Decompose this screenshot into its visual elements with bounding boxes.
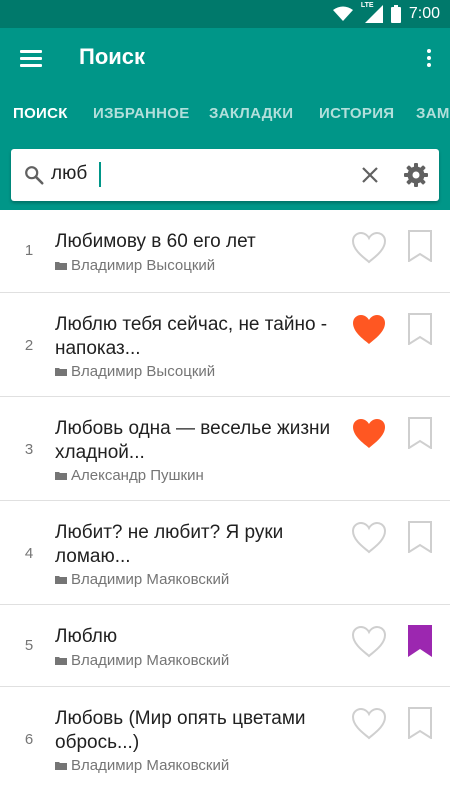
item-author: Владимир Маяковский bbox=[55, 652, 229, 669]
author-name: Владимир Маяковский bbox=[71, 757, 230, 774]
tab-search[interactable]: ПОИСК bbox=[13, 98, 68, 140]
search-icon bbox=[25, 166, 44, 185]
item-author: Александр Пушкин bbox=[55, 467, 204, 484]
search-input[interactable] bbox=[51, 161, 311, 187]
author-name: Владимир Высоцкий bbox=[71, 363, 216, 380]
bookmark-icon[interactable] bbox=[407, 521, 433, 553]
item-author: Владимир Высоцкий bbox=[55, 257, 215, 274]
folder-icon bbox=[55, 657, 67, 665]
gear-icon[interactable] bbox=[403, 162, 429, 188]
menu-icon[interactable] bbox=[18, 46, 44, 70]
item-title: Любовь (Мир опять цветами обрось...) bbox=[55, 708, 306, 753]
heart-icon[interactable] bbox=[351, 231, 387, 264]
list-item[interactable]: 4 Любит? не любит? Я руки ломаю... Влади… bbox=[0, 501, 450, 605]
search-area bbox=[0, 140, 450, 210]
lte-label: LTE bbox=[360, 2, 374, 9]
overflow-menu-icon[interactable] bbox=[424, 46, 434, 70]
folder-icon bbox=[55, 472, 67, 480]
page-title: Поиск bbox=[79, 44, 146, 69]
author-name: Владимир Маяковский bbox=[71, 571, 230, 588]
bookmark-icon[interactable] bbox=[407, 230, 433, 262]
list-item[interactable]: 2 Люблю тебя сейчас, не тайно - напоказ.… bbox=[0, 293, 450, 397]
text-cursor bbox=[99, 162, 101, 187]
author-name: Владимир Высоцкий bbox=[71, 257, 216, 274]
item-title: Любимову в 60 его лет bbox=[55, 231, 256, 252]
status-time: 7:00 bbox=[408, 5, 440, 22]
heart-icon[interactable] bbox=[351, 625, 387, 658]
folder-icon bbox=[55, 262, 67, 270]
item-author: Владимир Маяковский bbox=[55, 757, 229, 774]
item-author: Владимир Высоцкий bbox=[55, 363, 215, 380]
item-number: 3 bbox=[24, 441, 34, 458]
wifi-icon bbox=[332, 6, 353, 21]
tab-bookmarks[interactable]: ЗАКЛАДКИ bbox=[209, 98, 293, 140]
author-name: Александр Пушкин bbox=[71, 467, 204, 484]
bookmark-filled-icon[interactable] bbox=[407, 625, 433, 657]
heart-filled-icon[interactable] bbox=[351, 313, 387, 346]
item-title: Люблю тебя сейчас, не тайно - напоказ... bbox=[55, 314, 328, 359]
status-bar: LTE 7:00 bbox=[0, 0, 450, 28]
folder-icon bbox=[55, 576, 67, 584]
author-name: Владимир Маяковский bbox=[71, 652, 230, 669]
battery-icon bbox=[390, 5, 401, 23]
item-title: Любит? не любит? Я руки ломаю... bbox=[55, 522, 284, 567]
item-title: Люблю bbox=[55, 626, 118, 647]
item-number: 4 bbox=[24, 545, 34, 562]
folder-icon bbox=[55, 368, 67, 376]
item-number: 1 bbox=[24, 242, 34, 259]
item-number: 6 bbox=[24, 731, 34, 748]
list-item[interactable]: 5 Люблю Владимир Маяковский bbox=[0, 605, 450, 687]
tab-bar: ПОИСК ИЗБРАННОЕ ЗАКЛАДКИ ИСТОРИЯ ЗАМ bbox=[0, 98, 450, 140]
status-icons: LTE 7:00 bbox=[332, 2, 440, 24]
search-box bbox=[11, 149, 439, 201]
list-item[interactable]: 3 Любовь одна — веселье жизни хладной...… bbox=[0, 397, 450, 501]
clear-icon[interactable] bbox=[357, 162, 383, 188]
item-title: Любовь одна — веселье жизни хладной... bbox=[55, 418, 331, 463]
tab-notes[interactable]: ЗАМ bbox=[416, 98, 450, 140]
list-item[interactable]: 6 Любовь (Мир опять цветами обрось...) В… bbox=[0, 687, 450, 790]
tab-history[interactable]: ИСТОРИЯ bbox=[319, 98, 394, 140]
lte-signal-icon: LTE bbox=[360, 2, 383, 23]
list-item[interactable]: 1 Любимову в 60 его лет Владимир Высоцки… bbox=[0, 210, 450, 293]
bookmark-icon[interactable] bbox=[407, 707, 433, 739]
folder-icon bbox=[55, 762, 67, 770]
heart-icon[interactable] bbox=[351, 707, 387, 740]
tab-favorites[interactable]: ИЗБРАННОЕ bbox=[93, 98, 190, 140]
heart-icon[interactable] bbox=[351, 521, 387, 554]
item-number: 2 bbox=[24, 337, 34, 354]
bookmark-icon[interactable] bbox=[407, 313, 433, 345]
app-bar: Поиск ПОИСК ИЗБРАННОЕ ЗАКЛАДКИ ИСТОРИЯ З… bbox=[0, 28, 450, 140]
item-author: Владимир Маяковский bbox=[55, 571, 229, 588]
heart-filled-icon[interactable] bbox=[351, 417, 387, 450]
bookmark-icon[interactable] bbox=[407, 417, 433, 449]
item-number: 5 bbox=[24, 637, 34, 654]
